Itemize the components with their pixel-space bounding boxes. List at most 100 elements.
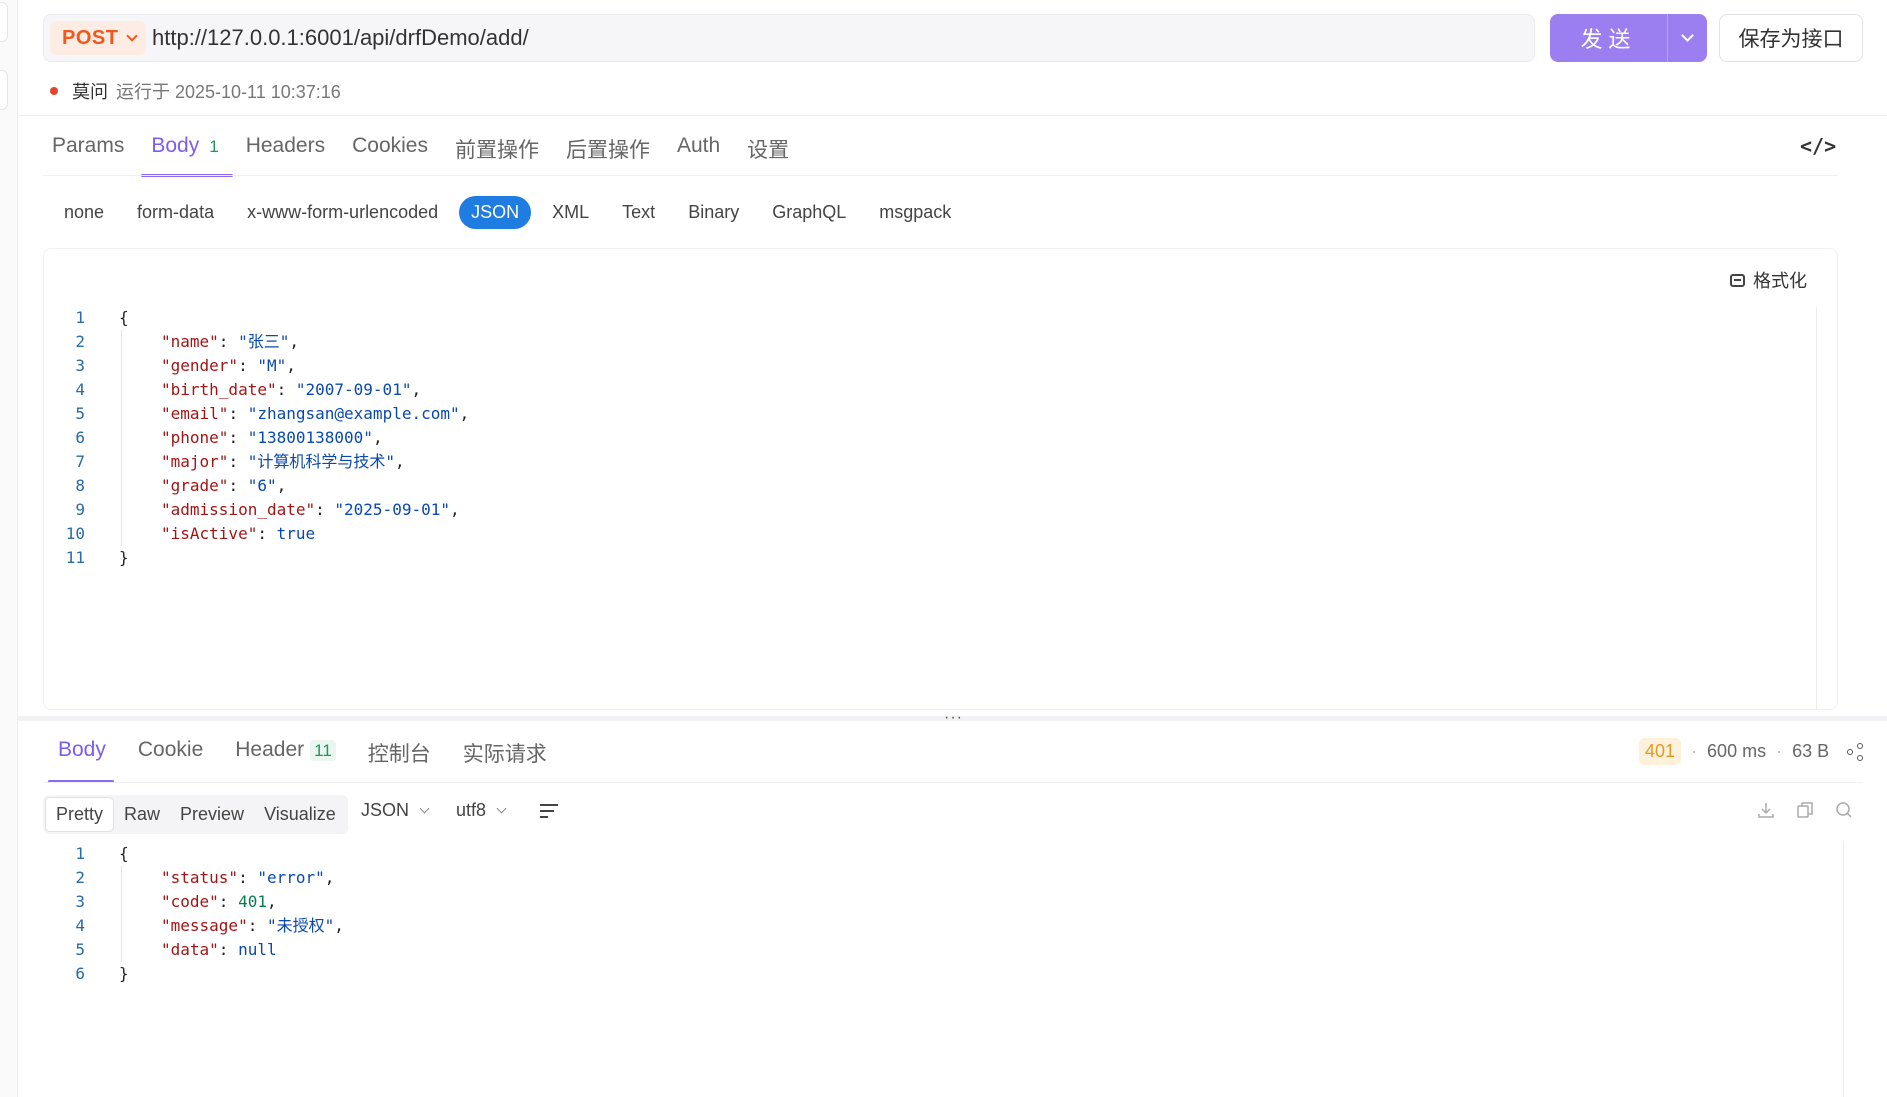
code-icon[interactable]: </>: [1800, 134, 1836, 158]
tab-label: 设置: [747, 139, 790, 162]
punct: ,: [372, 428, 383, 447]
left-panel-edge: [0, 0, 18, 1097]
chevron-down-icon: [419, 803, 430, 813]
tab-label: Header: [235, 738, 305, 761]
tab-badge: 1: [209, 137, 219, 156]
code-line: 6 "phone": "13800138000",: [45, 426, 469, 450]
punct: ,: [286, 356, 296, 375]
code-line: 7 "major": "计算机科学与技术",: [45, 450, 469, 474]
code-line: 1{: [45, 306, 469, 330]
punct: :: [218, 332, 239, 351]
code-line: 3 "gender": "M",: [45, 354, 469, 378]
save-as-api-button[interactable]: 保存为接口: [1719, 14, 1863, 62]
body-type-none[interactable]: none: [52, 196, 116, 229]
panel-notch: [0, 2, 8, 42]
response-scrollbar[interactable]: [1843, 842, 1844, 1097]
line-number: 9: [75, 500, 85, 519]
code-line: 4 "birth_date": "2007-09-01",: [45, 378, 469, 402]
wrap-icon[interactable]: [540, 803, 558, 819]
tab-headers[interactable]: Headers: [246, 134, 325, 174]
body-type-xml[interactable]: XML: [540, 196, 601, 229]
separator: ·: [1776, 741, 1783, 761]
response-time: 600 ms: [1707, 741, 1767, 761]
send-button-group: 发送: [1550, 14, 1707, 62]
resp-tab-cookie[interactable]: Cookie: [138, 738, 203, 768]
brace: {: [119, 844, 129, 863]
tab-pre-request[interactable]: 前置操作: [455, 134, 539, 174]
punct: ,: [276, 476, 287, 495]
tab-body[interactable]: Body 1: [141, 134, 233, 177]
punct: ,: [459, 404, 470, 423]
tab-badge: 11: [310, 740, 336, 761]
punct: ,: [334, 916, 344, 935]
json-value: "计算机科学与技术": [247, 452, 395, 471]
divider: [43, 782, 1863, 783]
json-key: "gender": [161, 356, 239, 375]
tab-label: Cookies: [352, 134, 428, 157]
code-line: 10 "isActive": true: [45, 522, 469, 546]
url-input[interactable]: http://127.0.0.1:6001/api/drfDemo/add/: [152, 25, 529, 51]
response-code[interactable]: 1{2 "status": "error", 3 "code": 401, 4 "mess…: [45, 842, 344, 986]
code-line: 5 "email": "zhangsan@example.com",: [45, 402, 469, 426]
editor-scrollbar[interactable]: [1816, 307, 1817, 709]
tab-post-request[interactable]: 后置操作: [566, 134, 650, 174]
json-key: "major": [161, 452, 229, 471]
line-number: 3: [75, 892, 85, 911]
view-mode-visualize[interactable]: Visualize: [254, 798, 346, 831]
format-button[interactable]: 格式化: [1730, 267, 1807, 293]
encoding-select[interactable]: utf8: [456, 800, 507, 821]
json-key: "birth_date": [161, 380, 277, 399]
punct: ,: [324, 868, 335, 887]
body-type-msgpack[interactable]: msgpack: [867, 196, 963, 229]
punct: :: [228, 476, 248, 495]
body-type-urlencoded[interactable]: x-www-form-urlencoded: [235, 196, 450, 229]
request-code[interactable]: 1{2 "name": "张三", 3 "gender": "M", 4 "birth_d…: [45, 306, 470, 570]
code-line: 8 "grade": "6",: [45, 474, 469, 498]
body-type-graphql[interactable]: GraphQL: [760, 196, 858, 229]
tab-label: Auth: [676, 134, 721, 157]
copy-icon[interactable]: [1796, 801, 1814, 819]
body-type-json[interactable]: JSON: [459, 196, 532, 229]
tab-cookies[interactable]: Cookies: [352, 134, 428, 174]
resp-tab-console[interactable]: 控制台: [368, 738, 431, 768]
tab-auth[interactable]: Auth: [677, 134, 720, 174]
search-icon[interactable]: [1835, 801, 1853, 819]
tab-label: Headers: [245, 134, 326, 157]
download-icon[interactable]: [1757, 801, 1775, 819]
resp-tab-actual-request[interactable]: 实际请求: [463, 738, 547, 768]
tab-label: 实际请求: [462, 743, 547, 766]
divider: [18, 115, 1887, 116]
run-user: 莫问: [72, 82, 108, 102]
json-key: "isActive": [161, 524, 258, 543]
body-type-text[interactable]: Text: [610, 196, 667, 229]
format-select[interactable]: JSON: [361, 800, 430, 821]
tab-label: Body: [151, 134, 200, 157]
resp-tab-header[interactable]: Header 11: [235, 738, 336, 768]
user-avatar-icon: [50, 87, 58, 95]
json-value: "2025-09-01": [334, 500, 450, 519]
code-line: 9 "admission_date": "2025-09-01",: [45, 498, 469, 522]
resize-grip-icon[interactable]: ···: [944, 709, 963, 727]
status-badge: 401: [1639, 738, 1682, 765]
body-type-binary[interactable]: Binary: [676, 196, 751, 229]
brace: {: [119, 308, 129, 327]
resp-tab-body[interactable]: Body: [48, 738, 114, 783]
share-icon[interactable]: [1847, 742, 1865, 761]
view-mode-preview[interactable]: Preview: [170, 798, 254, 831]
method-select[interactable]: POST: [50, 21, 147, 55]
format-select-value: JSON: [361, 800, 410, 820]
brace: }: [119, 548, 129, 567]
send-button[interactable]: 发送: [1550, 14, 1668, 62]
json-key: "data": [161, 940, 219, 959]
tab-params[interactable]: Params: [52, 134, 124, 174]
view-mode-raw[interactable]: Raw: [114, 798, 170, 831]
view-mode-pretty[interactable]: Pretty: [45, 797, 115, 832]
body-type-selector: none form-data x-www-form-urlencoded JSO…: [52, 196, 972, 229]
json-key: "message": [161, 916, 248, 935]
code-line: 2 "name": "张三",: [45, 330, 469, 354]
tab-settings[interactable]: 设置: [747, 134, 789, 174]
send-options-button[interactable]: [1668, 14, 1707, 62]
punct: :: [276, 380, 296, 399]
json-value: "张三": [238, 332, 290, 351]
body-type-form-data[interactable]: form-data: [125, 196, 226, 229]
